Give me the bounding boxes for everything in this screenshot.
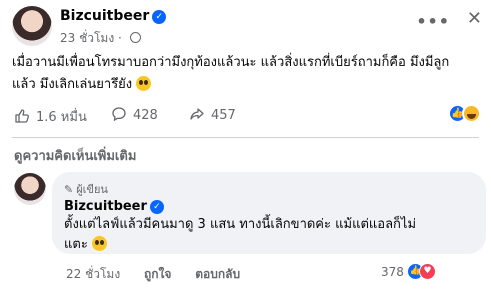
comment-bubble: ✎ ผู้เขียน Bizcuitbeer ✓ ตั้งแต่ไลฟ์แล้วมี…: [52, 172, 486, 254]
heart-reaction-icon: ♥: [419, 263, 436, 280]
author-name-row[interactable]: Bizcuitbeer ✓: [60, 8, 167, 24]
comment-count: 428: [133, 108, 158, 123]
pen-icon: ✎: [64, 183, 74, 196]
comment-text: ตั้งแต่ไลฟ์แล้วมีคนมาดู 3 แสน ทางนี้เลิก…: [64, 215, 474, 255]
verified-badge-icon: ✓: [149, 200, 164, 214]
pleading-face-emoji: [91, 236, 107, 251]
comment-like-button[interactable]: ถูกใจ: [144, 267, 171, 281]
share-count: 457: [211, 108, 236, 123]
share-icon: [190, 108, 204, 120]
comment-author-name[interactable]: Bizcuitbeer: [64, 199, 147, 214]
comment-reply-button[interactable]: ตอบกลับ: [195, 267, 240, 281]
close-icon[interactable]: ✕: [467, 8, 482, 29]
more-options-icon[interactable]: •••: [416, 12, 450, 31]
comment-reactions[interactable]: 378 👍 ♥: [381, 263, 451, 281]
comment-author-avatar[interactable]: [14, 173, 46, 205]
post-time[interactable]: 23 ชั่วโมง: [60, 31, 114, 45]
post-body: เมื่อวานมีเพื่อนโทรมาบอกว่ามึงกุท้องแล้ว…: [12, 52, 480, 96]
meta-separator: ·: [118, 31, 122, 45]
comment-reaction-count: 378: [381, 265, 404, 279]
comment-text-line-2-text: แตะ: [64, 237, 88, 252]
post-text-line-2-text: แล้ว มึงเลิกเล่นยารึยัง: [12, 77, 133, 92]
pleading-face-emoji: [136, 76, 152, 91]
comment-author-row: Bizcuitbeer ✓: [64, 199, 164, 214]
like-icon: [15, 109, 29, 123]
post-text-line-2: แล้ว มึงเลิกเล่นยารึยัง: [12, 74, 480, 96]
post-header: Bizcuitbeer ✓ 23 ชั่วโมง · ••• ✕: [12, 6, 482, 48]
author-name[interactable]: Bizcuitbeer: [60, 8, 149, 24]
post-meta: 23 ชั่วโมง ·: [60, 29, 141, 48]
comment-actions: 22 ชั่วโมง ถูกใจ ตอบกลับ: [66, 265, 260, 284]
author-avatar[interactable]: [12, 6, 52, 46]
comment-icon: [112, 107, 126, 122]
author-badge: ✎ ผู้เขียน: [64, 180, 108, 198]
divider: [12, 137, 479, 138]
comment-time[interactable]: 22 ชั่วโมง: [66, 267, 120, 281]
like-count-action[interactable]: 1.6 หมื่น: [14, 106, 87, 127]
comment-count-action[interactable]: 428: [111, 106, 158, 123]
post-text-line-1: เมื่อวานมีเพื่อนโทรมาบอกว่ามึงกุท้องแล้ว…: [12, 55, 450, 70]
comment-text-line-1: ตั้งแต่ไลฟ์แล้วมีคนมาดู 3 แสน ทางนี้เลิก…: [64, 217, 417, 232]
verified-badge-icon: ✓: [152, 10, 167, 24]
more-comments-link[interactable]: ดูความคิดเห็นเพิ่มเติม: [14, 145, 136, 166]
share-count-action[interactable]: 457: [189, 106, 236, 123]
haha-reaction-icon: [462, 104, 481, 123]
comment-text-line-2: แตะ: [64, 235, 474, 255]
like-count: 1.6 หมื่น: [36, 110, 87, 125]
author-badge-label: ผู้เขียน: [76, 183, 108, 196]
globe-icon: [129, 32, 141, 43]
